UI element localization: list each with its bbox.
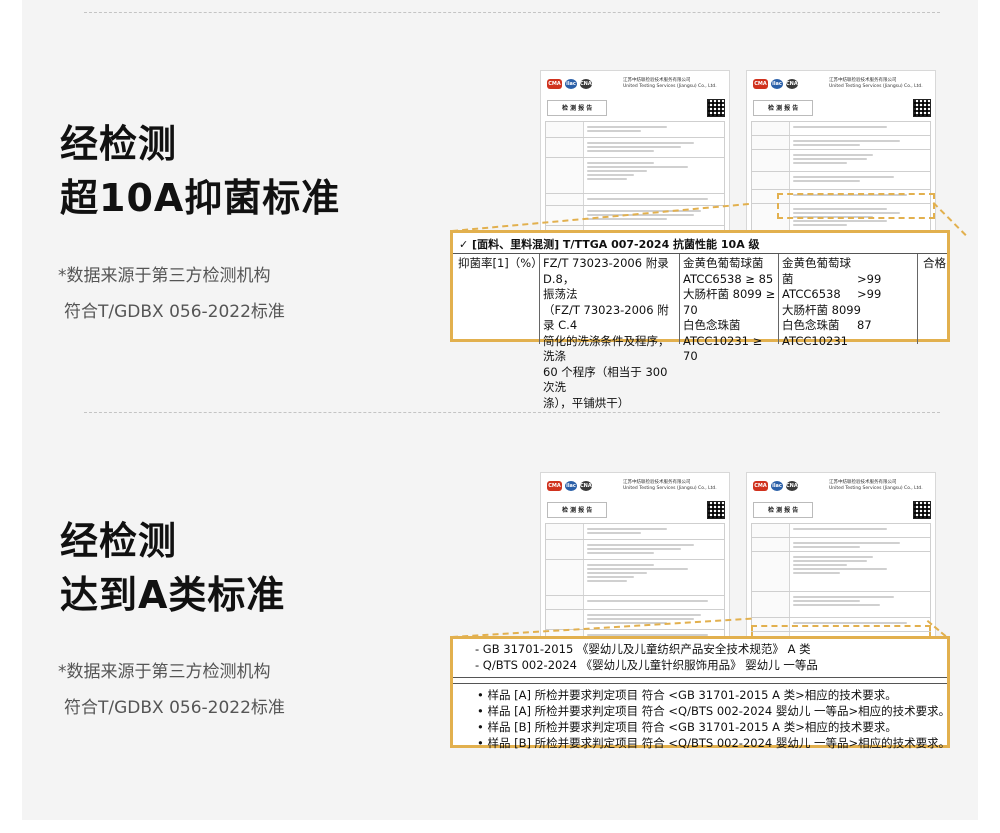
report-title-box: 检 测 报 告 [547, 502, 607, 518]
result-value: >99 >99 87 [857, 256, 913, 334]
requirement-line: 大肠杆菌 8099 ≥ 70 [683, 287, 776, 317]
conclusion-line: • 样品 [B] 所检并要求判定项目 符合 <GB 31701-2015 A 类… [477, 720, 897, 734]
cma-logo-icon: CMA [547, 79, 562, 89]
zoom-callout-antibacterial: ✓ [面料、里料混测] T/TTGA 007-2024 抗菌性能 10A 级 抑… [450, 230, 950, 410]
test-method-line: （FZ/T 73023-2006 附录 C.4 [543, 302, 669, 333]
report-table [751, 121, 931, 244]
report-title-box: 检 测 报 告 [547, 100, 607, 116]
test-method-line: 60 个程序（相当于 300 次洗 [543, 364, 668, 395]
test-method-line: 振荡法 [543, 287, 578, 301]
section-antibacterial: 经检测 超10A抑菌标准 *数据来源于第三方检测机构 符合T/GDBX 056-… [22, 40, 978, 420]
conclusion-line: • 样品 [A] 所检并要求判定项目 符合 <Q/BTS 002-2024 婴幼… [477, 704, 951, 718]
qr-code-icon [913, 99, 931, 117]
cnas-logo-icon: CNAS [580, 79, 596, 89]
test-method-line: FZ/T 73023-2006 附录 D.8， [543, 256, 669, 286]
report-header: CMA ilac CNAS 江苏中纺联检验技术服务有限公司 United Tes… [541, 473, 729, 493]
conclusion-line: • 样品 [A] 所检并要求判定项目 符合 <GB 31701-2015 A 类… [477, 688, 897, 702]
headline-line2: 超10A抑菌标准 [60, 176, 341, 220]
standard-line: - Q/BTS 002-2024 《婴幼儿及儿童针织服饰用品》 婴幼儿 一等品 [475, 658, 818, 672]
result-value-line [857, 303, 913, 319]
lab-name-en: United Testing Services (Jiangsu) Co., L… [829, 486, 923, 491]
result-value-line: >99 [857, 287, 882, 301]
lab-name-en: United Testing Services (Jiangsu) Co., L… [623, 84, 717, 89]
lab-name: 江苏中纺联检验技术服务有限公司 United Testing Services … [829, 78, 935, 90]
cnas-logo-icon: CNAS [786, 79, 802, 89]
report-title: 检 测 报 告 [562, 105, 593, 112]
test-method-line: 涤），平铺烘干） [543, 395, 630, 410]
requirement-line: 金黄色葡萄球菌 [683, 256, 764, 270]
divider-top [84, 12, 940, 13]
result-value-line [857, 256, 913, 272]
footnote-source: *数据来源于第三方检测机构 [58, 266, 271, 286]
result-organism-line: 白色念珠菌 [782, 318, 840, 332]
ilac-logo-icon: ilac [565, 481, 577, 491]
result-organism-line: 大肠杆菌 8099 [782, 302, 861, 317]
report-table [545, 523, 725, 654]
qr-code-icon [707, 99, 725, 117]
report-header: CMA ilac CNAS 江苏中纺联检验技术服务有限公司 United Tes… [747, 71, 935, 91]
highlight-frame [777, 193, 935, 219]
footnote-source: *数据来源于第三方检测机构 [58, 662, 271, 682]
result-value-line: >99 [857, 271, 882, 286]
result-value-line: 87 [857, 318, 872, 332]
report-title: 检 测 报 告 [768, 507, 799, 514]
lab-name: 江苏中纺联检验技术服务有限公司 United Testing Services … [623, 480, 729, 492]
verdict: 合格 [923, 256, 946, 270]
page-background: 经检测 超10A抑菌标准 *数据来源于第三方检测机构 符合T/GDBX 056-… [22, 0, 978, 820]
conclusion-line: • 样品 [B] 所检并要求判定项目 符合 <Q/BTS 002-2024 婴幼… [477, 736, 951, 750]
qr-code-icon [707, 501, 725, 519]
report-title: 检 测 报 告 [562, 507, 593, 514]
result-organism-line: ATCC10231 [782, 333, 848, 348]
zoom-callout-class-a: - GB 31701-2015 《婴幼儿及儿童纺织产品安全技术规范》 A 类 -… [450, 636, 951, 750]
ilac-logo-icon: ilac [565, 79, 577, 89]
qr-code-icon [913, 501, 931, 519]
standard-line: - GB 31701-2015 《婴幼儿及儿童纺织产品安全技术规范》 A 类 [475, 642, 811, 656]
column-divider [917, 254, 918, 344]
report-title-box: 检 测 报 告 [753, 502, 813, 518]
cma-logo-icon: CMA [753, 481, 768, 491]
headline-line1: 经检测 [60, 519, 178, 563]
lab-name-cn: 江苏中纺联检验技术服务有限公司 [623, 78, 691, 83]
footnote-standard: 符合T/GDBX 056-2022标准 [64, 302, 285, 322]
result-organism-line: 金黄色葡萄球菌 [782, 256, 851, 286]
cma-logo-icon: CMA [547, 481, 562, 491]
requirement-line: ATCC6538 ≥ 85 [683, 271, 774, 286]
item-label: 抑菌率[1]（%） [458, 256, 543, 270]
lab-name-cn: 江苏中纺联检验技术服务有限公司 [623, 480, 691, 485]
column-divider [778, 254, 779, 344]
test-method-line: 简化的洗涤条件及程序，洗涤 [543, 333, 670, 364]
report-header: CMA ilac CNAS 江苏中纺联检验技术服务有限公司 United Tes… [541, 71, 729, 91]
footnote-standard: 符合T/GDBX 056-2022标准 [64, 698, 285, 718]
report-header: CMA ilac CNAS 江苏中纺联检验技术服务有限公司 United Tes… [747, 473, 935, 493]
requirement-line: ATCC10231 ≥ 70 [683, 333, 763, 364]
column-divider [679, 254, 680, 344]
report-title-box: 检 测 报 告 [753, 100, 813, 116]
requirement: 金黄色葡萄球菌 ATCC6538 ≥ 85 大肠杆菌 8099 ≥ 70 白色念珠菌 A… [683, 256, 777, 365]
lab-name: 江苏中纺联检验技术服务有限公司 United Testing Services … [623, 78, 729, 90]
test-item-header: ✓ [面料、里料混测] T/TTGA 007-2024 抗菌性能 10A 级 [453, 233, 947, 254]
section-class-a: 经检测 达到A类标准 *数据来源于第三方检测机构 符合T/GDBX 056-20… [22, 440, 978, 820]
headline-line2: 达到A类标准 [60, 573, 286, 617]
test-method: FZ/T 73023-2006 附录 D.8， 振荡法 （FZ/T 73023-20… [543, 256, 677, 411]
cnas-logo-icon: CNAS [580, 481, 596, 491]
ilac-logo-icon: ilac [771, 481, 783, 491]
lab-name-en: United Testing Services (Jiangsu) Co., L… [829, 84, 923, 89]
section-divider [453, 677, 947, 678]
result-organism-line: ATCC6538 [782, 287, 841, 301]
headline-line1: 经检测 [60, 122, 178, 166]
cnas-logo-icon: CNAS [786, 481, 802, 491]
requirement-line: 白色念珠菌 [683, 318, 741, 332]
lab-name-en: United Testing Services (Jiangsu) Co., L… [623, 486, 717, 491]
section-divider [453, 683, 947, 684]
result-organism: 金黄色葡萄球菌 ATCC6538 大肠杆菌 8099 白色念珠菌 ATCC10231 [782, 256, 862, 349]
lab-name-cn: 江苏中纺联检验技术服务有限公司 [829, 480, 897, 485]
cma-logo-icon: CMA [753, 79, 768, 89]
ilac-logo-icon: ilac [771, 79, 783, 89]
lab-name: 江苏中纺联检验技术服务有限公司 United Testing Services … [829, 480, 935, 492]
report-title: 检 测 报 告 [768, 105, 799, 112]
lab-name-cn: 江苏中纺联检验技术服务有限公司 [829, 78, 897, 83]
